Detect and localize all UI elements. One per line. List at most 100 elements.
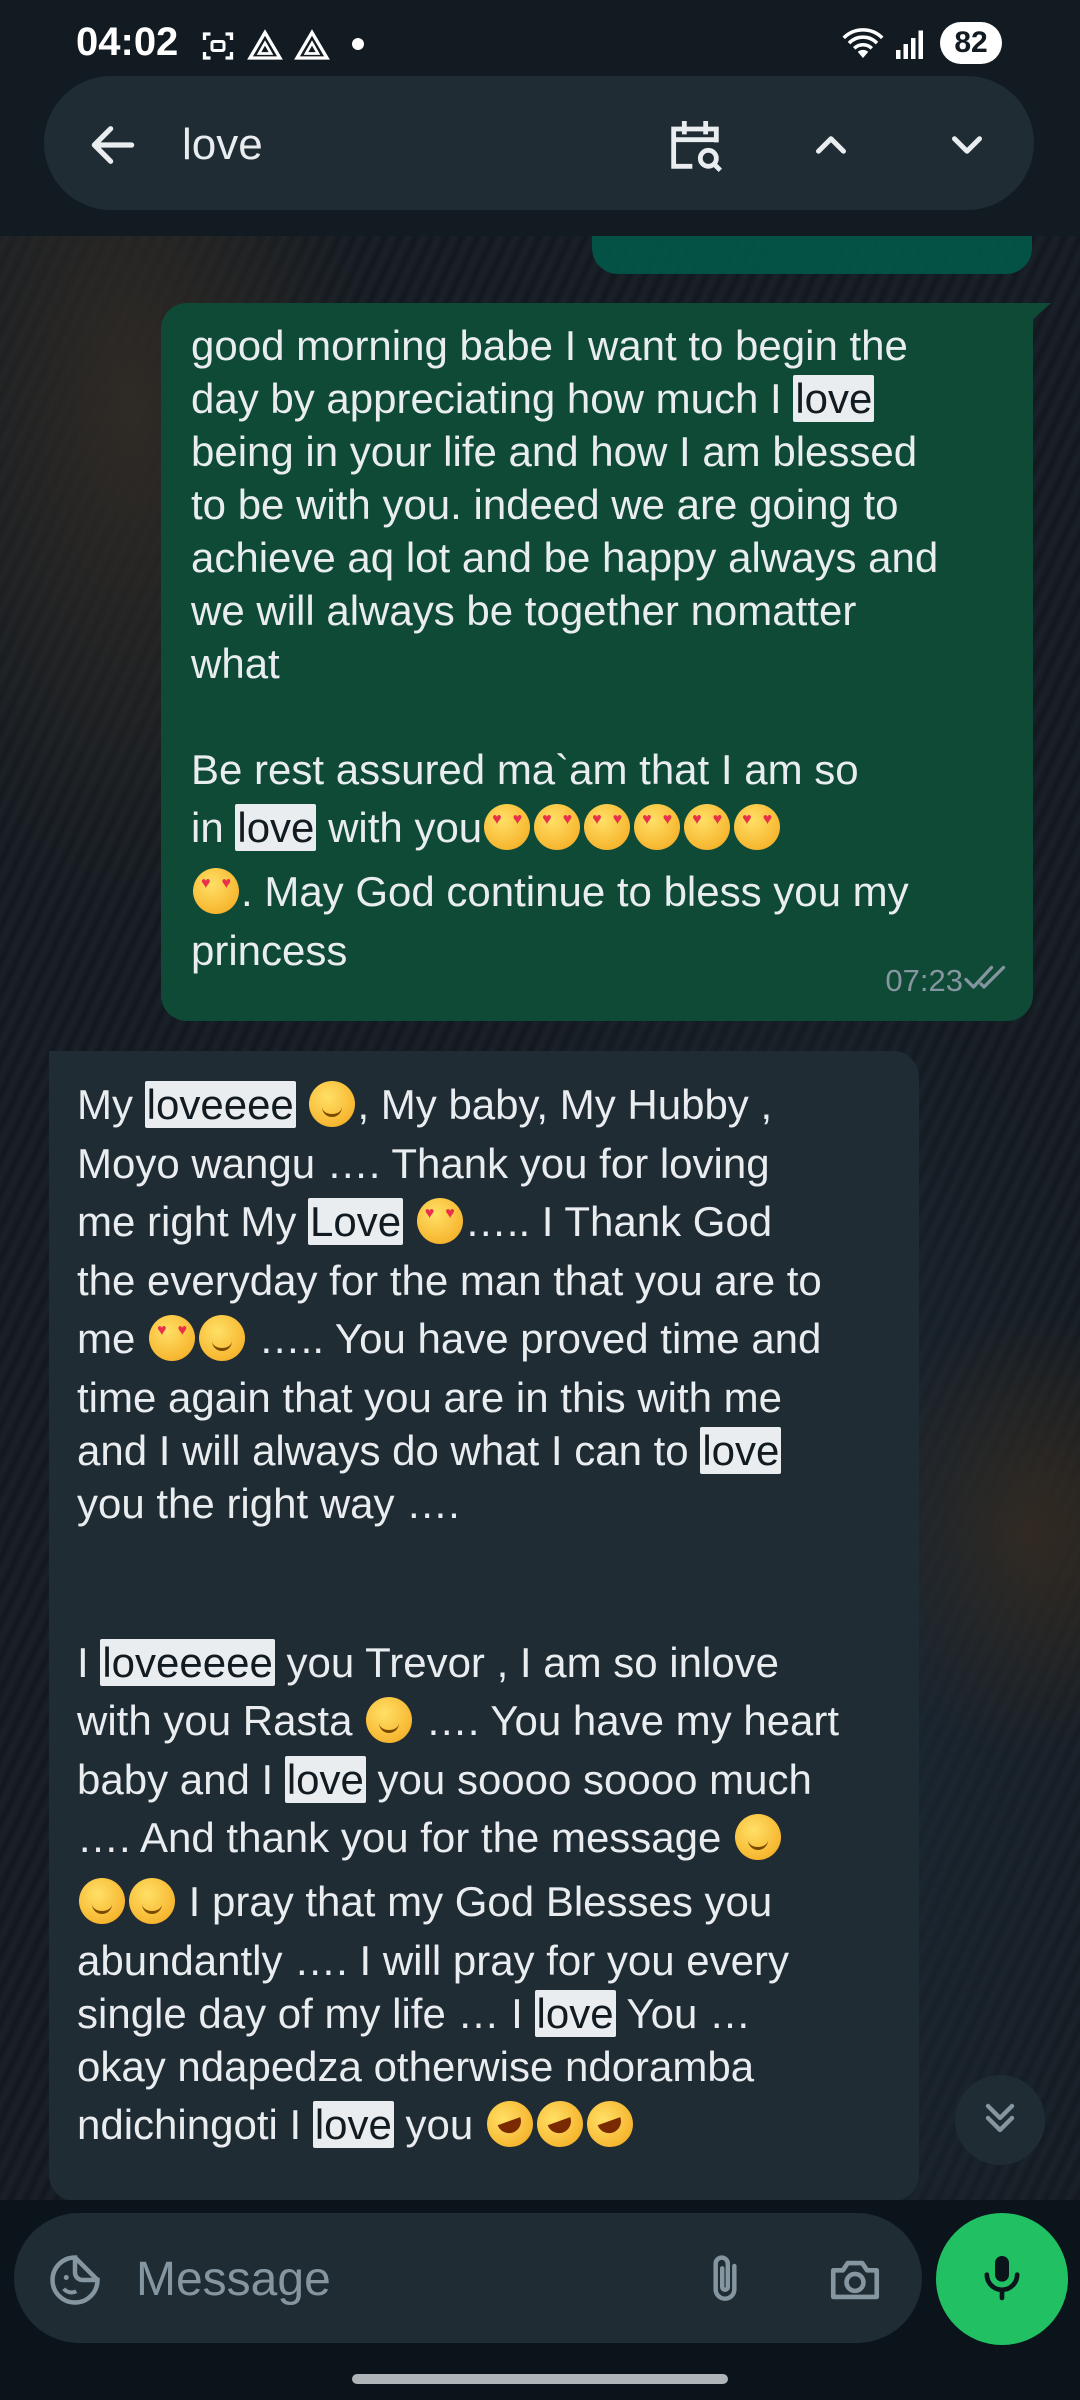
message-line: baby and I love you soooo soooo much <box>77 1753 891 1806</box>
message-line: time again that you are in this with me <box>77 1371 891 1424</box>
message-line: the everyday for the man that you are to <box>77 1254 891 1307</box>
message-text: good morning babe I want to begin the day… <box>191 319 1003 977</box>
message-text-segment: …. You have my heart <box>414 1697 840 1744</box>
message-text-segment: good morning babe I want to begin the <box>191 322 908 369</box>
search-match-highlight: love <box>793 375 875 422</box>
scroll-to-bottom-button[interactable] <box>955 2075 1045 2165</box>
message-line: My loveeee , My baby, My Hubby , <box>77 1073 891 1137</box>
message-line <box>191 690 1003 743</box>
message-line: Be rest assured ma`am that I am so <box>191 743 1003 796</box>
message-text-segment: ….. You have proved time and <box>247 1315 822 1362</box>
message-line: I pray that my God Blesses you <box>77 1870 891 1934</box>
message-line: being in your life and how I am blessed <box>191 425 1003 478</box>
laugh-emoji <box>580 2094 640 2154</box>
message-text-segment: day by appreciating how much I <box>191 375 794 422</box>
search-match-highlight: love <box>534 1990 616 2037</box>
message-line: what <box>191 637 1003 690</box>
message-text-segment: , My baby, My Hubby , <box>357 1081 773 1128</box>
message-text: My loveeee , My baby, My Hubby , Moyo wan… <box>77 1073 891 2157</box>
message-text-segment: . May God continue to bless you my <box>241 868 909 915</box>
message-text-segment: abundantly …. I will pray for you every <box>77 1937 789 1984</box>
message-line: day by appreciating how much I love <box>191 372 1003 425</box>
status-bar: 04:02 82 <box>0 0 1080 84</box>
drive-icon <box>247 28 283 69</box>
calendar-search-icon[interactable] <box>660 110 730 180</box>
bubble-tail <box>1031 303 1051 321</box>
message-text-segment: to be with you. indeed we are going to <box>191 481 899 528</box>
message-text-segment: with you Rasta <box>77 1697 365 1744</box>
message-text-segment: I pray that my God Blesses you <box>177 1878 773 1925</box>
dot-icon <box>352 38 364 50</box>
search-match-highlight: love <box>284 1756 366 1803</box>
previous-message-bubble[interactable] <box>592 236 1032 274</box>
incoming-message-bubble[interactable]: My loveeee , My baby, My Hubby , Moyo wan… <box>49 1051 919 2201</box>
heart-emoji <box>684 804 731 850</box>
message-line: princess <box>191 924 1003 977</box>
message-text-segment: okay ndapedza otherwise ndoramba <box>77 2043 755 2090</box>
drive-icon <box>294 28 330 69</box>
message-line: in love with you <box>191 796 1003 860</box>
message-line: I loveeeee you Trevor , I am so inlove <box>77 1636 891 1689</box>
chevron-up-icon[interactable] <box>796 110 866 180</box>
search-match-highlight: love <box>235 804 317 851</box>
voice-message-button[interactable] <box>936 2213 1068 2345</box>
laugh-emoji <box>480 2094 540 2154</box>
message-line: Moyo wangu …. Thank you for loving <box>77 1137 891 1190</box>
smile-emoji <box>129 1878 175 1924</box>
message-line <box>77 1530 891 1583</box>
message-line: me right My Love ….. I Thank God <box>77 1190 891 1254</box>
message-input[interactable] <box>134 2246 658 2312</box>
search-match-highlight: Love <box>308 1198 404 1245</box>
message-text-segment: I <box>77 1639 101 1686</box>
message-line: okay ndapedza otherwise ndoramba <box>77 2040 891 2093</box>
message-text-segment: and I will always do what I can to <box>77 1427 701 1474</box>
message-line: single day of my life … I love You … <box>77 1987 891 2040</box>
message-text-segment: me <box>77 1315 148 1362</box>
outgoing-message-bubble[interactable]: good morning babe I want to begin the day… <box>161 303 1051 1021</box>
double-chevron-down-icon <box>976 2094 1024 2147</box>
heart-emoji <box>193 868 239 914</box>
message-text-segment: baby and I <box>77 1756 285 1803</box>
message-text-segment: you soooo soooo much <box>365 1756 812 1803</box>
status-time: 04:02 <box>76 20 179 64</box>
message-text-segment: Moyo wangu …. Thank you for loving <box>77 1140 770 1187</box>
search-input[interactable] <box>180 112 624 178</box>
message-text-segment: you Trevor , I am so inlove <box>274 1639 780 1686</box>
smile-emoji <box>735 1814 782 1860</box>
message-line: . May God continue to bless you my <box>191 860 1003 924</box>
bubble-tail <box>49 1051 51 1069</box>
message-line: good morning babe I want to begin the <box>191 319 1003 372</box>
double-check-icon <box>963 952 1011 1005</box>
search-match-highlight: love <box>700 1427 782 1474</box>
heart-emoji <box>734 804 781 850</box>
message-text-segment: the everyday for the man that you are to <box>77 1257 822 1304</box>
message-text-segment: You … <box>615 1990 752 2037</box>
smile-emoji <box>366 1697 413 1743</box>
message-text-segment: time again that you are in this with me <box>77 1374 783 1421</box>
message-text-segment: Be rest assured ma`am that I am so <box>191 746 859 793</box>
chevron-down-icon[interactable] <box>932 110 1002 180</box>
sticker-icon[interactable] <box>40 2245 110 2315</box>
arrow-left-icon[interactable] <box>78 110 148 180</box>
message-text-segment: single day of my life … I <box>77 1990 535 2037</box>
message-text-segment: My <box>77 1081 145 1128</box>
paperclip-icon[interactable] <box>690 2245 760 2315</box>
camera-icon[interactable] <box>820 2245 890 2315</box>
heart-emoji <box>584 804 631 850</box>
smile-emoji <box>309 1081 356 1127</box>
message-line: …. And thank you for the message <box>77 1806 891 1870</box>
smile-emoji <box>199 1315 246 1361</box>
message-text-segment: achieve aq lot and be happy always and <box>191 534 939 581</box>
message-line: ndichingoti I love you <box>77 2093 891 2157</box>
message-line: abundantly …. I will pray for you every <box>77 1934 891 1987</box>
search-match-highlight: loveeeee <box>100 1639 275 1686</box>
navigation-handle[interactable] <box>352 2374 728 2384</box>
message-time: 07:23 <box>885 963 963 998</box>
laugh-emoji <box>530 2094 590 2154</box>
heart-emoji <box>484 804 531 850</box>
message-text-segment: …. And thank you for the message <box>77 1814 734 1861</box>
message-text-segment: you <box>393 2101 485 2148</box>
message-text-segment: with you <box>316 804 483 851</box>
message-text-segment <box>403 1198 415 1245</box>
message-text-segment: you the right way …. <box>77 1480 460 1527</box>
